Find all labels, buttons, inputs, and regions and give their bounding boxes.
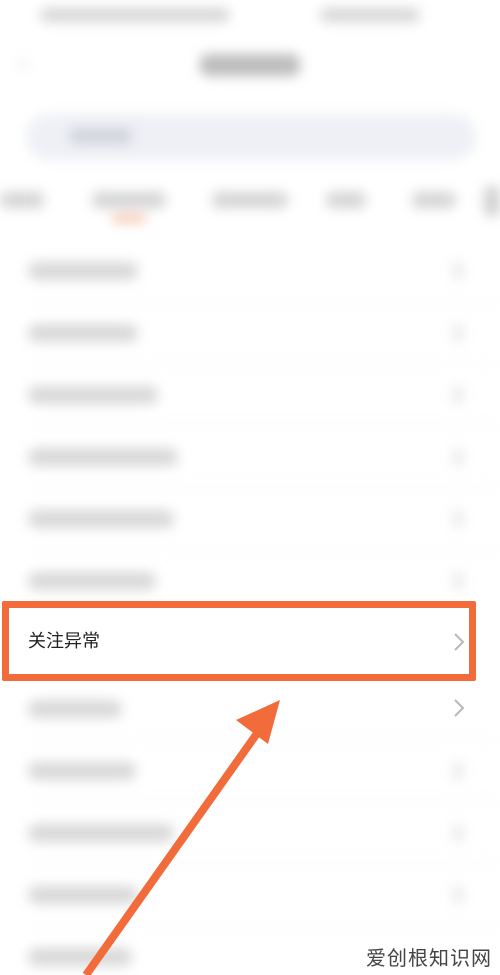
list-item[interactable]: [0, 426, 500, 488]
list-item[interactable]: [0, 740, 500, 802]
chevron-right-icon: [454, 699, 465, 717]
header: ‹: [0, 34, 500, 104]
chevron-right-icon: [452, 324, 464, 342]
tab-1[interactable]: [0, 192, 44, 208]
list-item[interactable]: [0, 488, 500, 550]
list-item[interactable]: [0, 802, 500, 864]
list-item[interactable]: [0, 364, 500, 426]
search-input[interactable]: [26, 114, 476, 160]
search-placeholder: [70, 128, 132, 144]
list-item[interactable]: [0, 678, 500, 740]
list-item[interactable]: [0, 302, 500, 364]
tab-2[interactable]: [92, 192, 166, 208]
list-item-label: [28, 510, 174, 528]
tab-bar: [0, 176, 500, 226]
list-item[interactable]: [0, 240, 500, 302]
chevron-right-icon: [452, 386, 464, 404]
chevron-right-icon: [452, 886, 464, 904]
list-item-label: [28, 948, 132, 966]
annotation-highlight-box: [2, 601, 476, 681]
chevron-right-icon: [452, 824, 464, 842]
list-item[interactable]: [0, 864, 500, 926]
status-bar-left: [40, 8, 230, 22]
list-item-label: [28, 762, 136, 780]
settings-screen: ‹ 关注异常 爱创根知识网: [0, 0, 500, 975]
watermark: 爱创根知识网: [366, 946, 492, 970]
tab-4[interactable]: [326, 192, 366, 208]
list-item-label: [28, 824, 174, 842]
list-item-label: [28, 324, 138, 342]
back-icon[interactable]: ‹: [18, 54, 36, 76]
blurred-background: ‹: [0, 0, 500, 975]
tab-overflow: [484, 186, 500, 216]
page-title: [200, 54, 300, 76]
list-item-label: [28, 700, 122, 718]
list-item-label: [28, 386, 158, 404]
chevron-right-icon: [452, 510, 464, 528]
status-bar-right: [320, 8, 420, 22]
list-item-label: [28, 886, 138, 904]
list-item-label: [28, 448, 178, 466]
chevron-right-icon: [452, 262, 464, 280]
list-item-label: [28, 572, 156, 590]
chevron-right-icon: [452, 762, 464, 780]
tab-5[interactable]: [412, 192, 456, 208]
chevron-right-icon: [452, 448, 464, 466]
chevron-right-icon: [452, 572, 464, 590]
list-item-label: [28, 262, 138, 280]
tab-active-indicator: [112, 216, 146, 221]
status-bar: [0, 0, 500, 34]
tab-3[interactable]: [212, 192, 288, 208]
